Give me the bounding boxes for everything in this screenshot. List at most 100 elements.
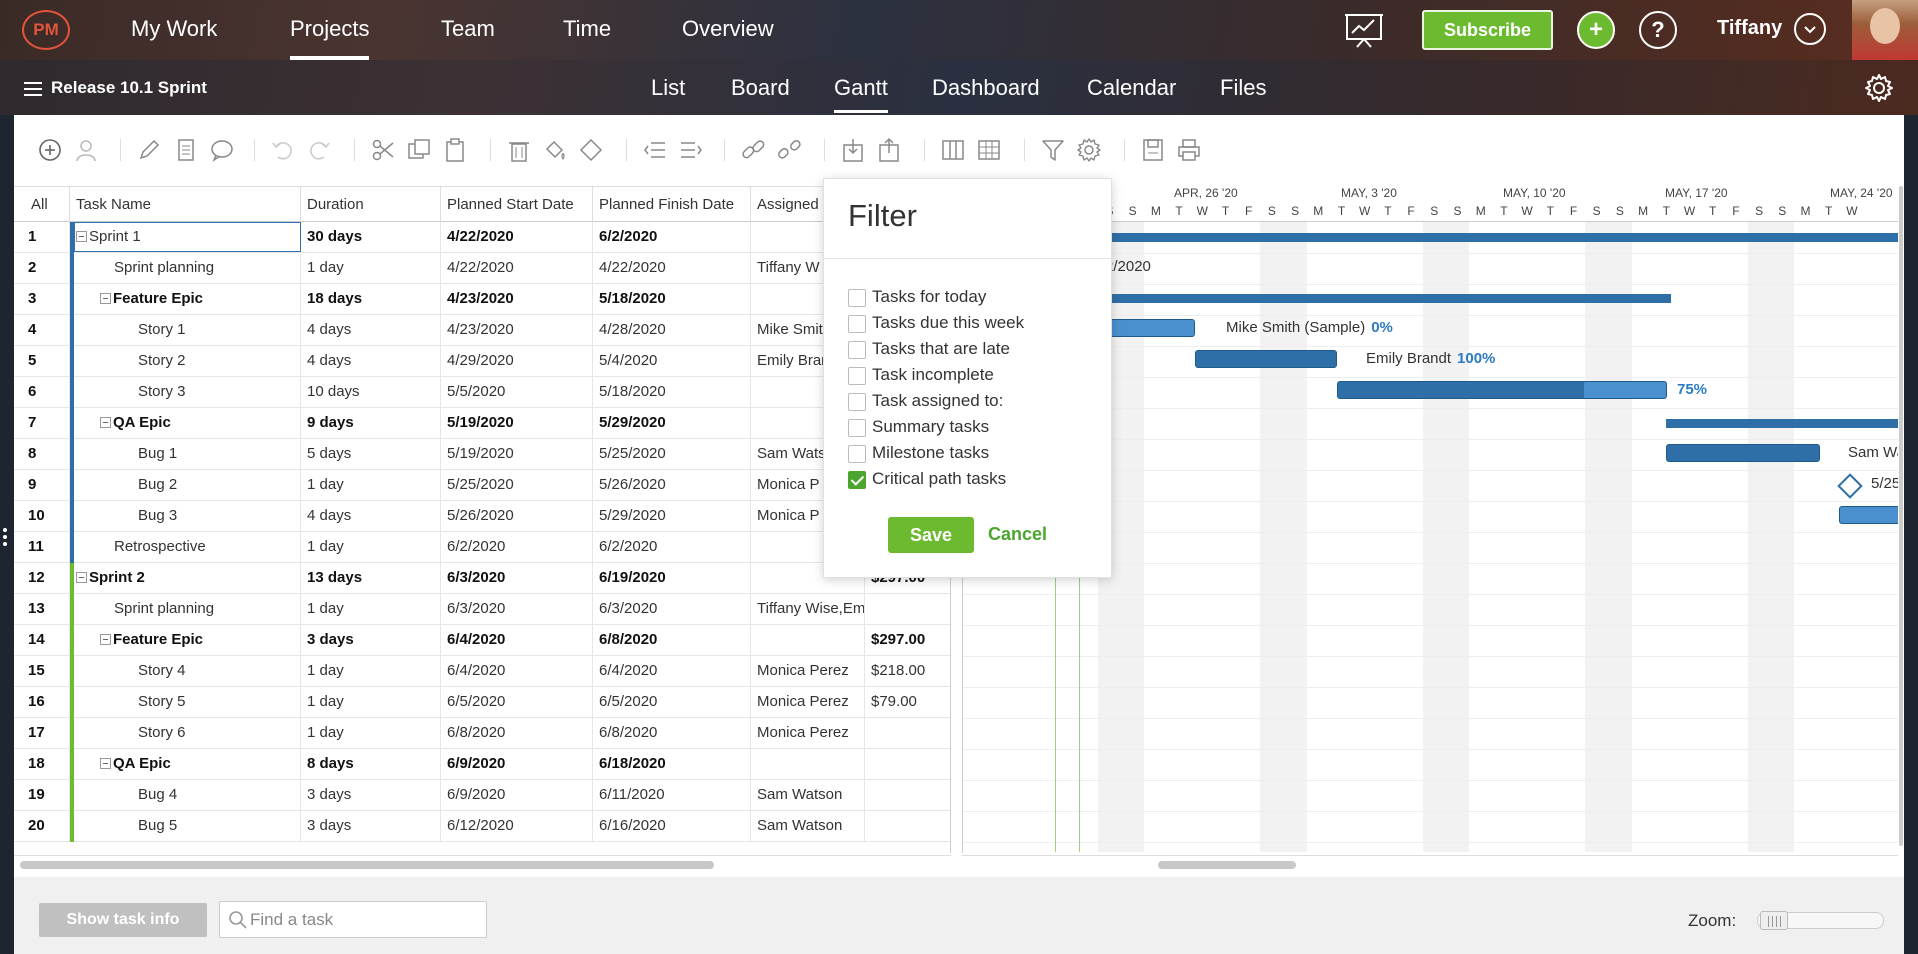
indent-icon[interactable] bbox=[678, 137, 704, 163]
num-cell[interactable]: 12 bbox=[14, 563, 70, 593]
start-cell[interactable]: 4/22/2020 bbox=[441, 253, 593, 283]
user-name[interactable]: Tiffany bbox=[1717, 17, 1782, 40]
cost-cell[interactable] bbox=[865, 811, 950, 841]
task-name-cell[interactable]: QA Epic bbox=[74, 749, 301, 779]
notes-icon[interactable] bbox=[173, 137, 199, 163]
num-cell[interactable]: 5 bbox=[14, 346, 70, 376]
presentation-icon[interactable] bbox=[1344, 10, 1384, 50]
help-icon[interactable]: ? bbox=[1639, 11, 1677, 49]
finish-cell[interactable]: 6/11/2020 bbox=[593, 780, 751, 810]
task-bar-story-2[interactable] bbox=[1195, 350, 1337, 368]
grid-horizontal-scrollbar[interactable] bbox=[14, 855, 951, 875]
task-name-cell[interactable]: QA Epic bbox=[74, 408, 301, 438]
assigned-cell[interactable]: Monica Perez bbox=[751, 656, 865, 686]
cost-cell[interactable] bbox=[865, 780, 950, 810]
filter-checkbox[interactable] bbox=[848, 315, 866, 333]
task-name-cell[interactable]: Story 6 bbox=[74, 718, 301, 748]
task-name-cell[interactable]: Story 4 bbox=[74, 656, 301, 686]
cut-icon[interactable] bbox=[370, 137, 396, 163]
gear-icon[interactable] bbox=[1863, 72, 1895, 104]
start-cell[interactable]: 5/19/2020 bbox=[441, 408, 593, 438]
task-name-cell[interactable]: Bug 1 bbox=[74, 439, 301, 469]
import-icon[interactable] bbox=[840, 137, 866, 163]
assigned-cell[interactable]: Monica Perez bbox=[751, 687, 865, 717]
assign-user-icon[interactable] bbox=[73, 137, 99, 163]
num-cell[interactable]: 19 bbox=[14, 780, 70, 810]
start-cell[interactable]: 5/26/2020 bbox=[441, 501, 593, 531]
duration-cell[interactable]: 1 day bbox=[301, 718, 441, 748]
duration-cell[interactable]: 4 days bbox=[301, 501, 441, 531]
project-title[interactable]: Release 10.1 Sprint bbox=[51, 78, 207, 98]
table-row[interactable]: 14 Feature Epic 3 days 6/4/2020 6/8/2020 $297… bbox=[14, 625, 950, 656]
finish-cell[interactable]: 5/25/2020 bbox=[593, 439, 751, 469]
duration-cell[interactable]: 13 days bbox=[301, 563, 441, 593]
table-row[interactable]: 10 Bug 34 days 5/26/2020 5/29/2020 Monica P bbox=[14, 501, 950, 532]
assigned-cell[interactable]: Monica Perez bbox=[751, 718, 865, 748]
table-row[interactable]: 3 Feature Epic 18 days 4/23/2020 5/18/2020 bbox=[14, 284, 950, 315]
filter-checkbox[interactable] bbox=[848, 289, 866, 307]
num-cell[interactable]: 18 bbox=[14, 749, 70, 779]
finish-cell[interactable]: 5/29/2020 bbox=[593, 408, 751, 438]
duration-cell[interactable]: 1 day bbox=[301, 594, 441, 624]
duration-cell[interactable]: 3 days bbox=[301, 625, 441, 655]
num-cell[interactable]: 10 bbox=[14, 501, 70, 531]
table-row[interactable]: 12Sprint 213 days6/3/20206/19/2020$297.0… bbox=[14, 563, 950, 594]
export-icon[interactable] bbox=[876, 137, 902, 163]
task-bar-story-1[interactable] bbox=[1103, 319, 1195, 337]
num-cell[interactable]: 15 bbox=[14, 656, 70, 686]
num-cell[interactable]: 7 bbox=[14, 408, 70, 438]
start-cell[interactable]: 6/3/2020 bbox=[441, 594, 593, 624]
num-cell[interactable]: 14 bbox=[14, 625, 70, 655]
tab-files[interactable]: Files bbox=[1220, 60, 1266, 115]
table-row[interactable]: 16 Story 51 day 6/5/2020 6/5/2020 Monica Per… bbox=[14, 687, 950, 718]
filter-save-button[interactable]: Save bbox=[888, 517, 974, 553]
table-row[interactable]: 1 Sprint 1 30 days 4/22/2020 6/2/2020 bbox=[14, 222, 950, 253]
finish-cell[interactable]: 6/18/2020 bbox=[593, 749, 751, 779]
cost-cell[interactable] bbox=[865, 749, 950, 779]
start-cell[interactable]: 5/5/2020 bbox=[441, 377, 593, 407]
cost-cell[interactable]: $297.00 bbox=[865, 625, 950, 655]
task-name-cell[interactable]: Feature Epic bbox=[74, 625, 301, 655]
print-icon[interactable] bbox=[1176, 137, 1202, 163]
collapse-toggle-icon[interactable] bbox=[100, 292, 111, 304]
filter-option[interactable]: Task incomplete bbox=[848, 364, 1098, 386]
cost-cell[interactable]: $79.00 bbox=[865, 687, 950, 717]
duration-cell[interactable]: 5 days bbox=[301, 439, 441, 469]
show-task-info-button[interactable]: Show task info bbox=[39, 903, 207, 937]
task-bar-story-3[interactable] bbox=[1337, 381, 1667, 399]
num-cell[interactable]: 4 bbox=[14, 315, 70, 345]
task-name-cell[interactable]: Bug 2 bbox=[74, 470, 301, 500]
finish-cell[interactable]: 6/5/2020 bbox=[593, 687, 751, 717]
task-name-cell[interactable]: Bug 4 bbox=[74, 780, 301, 810]
table-icon[interactable] bbox=[976, 137, 1002, 163]
paste-icon[interactable] bbox=[442, 137, 468, 163]
delete-icon[interactable] bbox=[506, 137, 532, 163]
finish-cell[interactable]: 6/8/2020 bbox=[593, 625, 751, 655]
filter-option[interactable]: Critical path tasks bbox=[848, 468, 1098, 490]
task-name-cell[interactable]: Story 1 bbox=[74, 315, 301, 345]
filter-checkbox[interactable] bbox=[848, 393, 866, 411]
filter-checkbox[interactable] bbox=[848, 341, 866, 359]
assigned-cell[interactable] bbox=[751, 625, 865, 655]
finish-cell[interactable]: 6/8/2020 bbox=[593, 718, 751, 748]
copy-icon[interactable] bbox=[406, 137, 432, 163]
num-cell[interactable]: 1 bbox=[14, 222, 70, 252]
column-duration[interactable]: Duration bbox=[301, 187, 441, 222]
collapse-toggle-icon[interactable] bbox=[76, 571, 87, 583]
column-planned-finish[interactable]: Planned Finish Date bbox=[593, 187, 751, 222]
finish-cell[interactable]: 4/28/2020 bbox=[593, 315, 751, 345]
filter-icon[interactable] bbox=[1040, 137, 1066, 163]
save-baseline-icon[interactable] bbox=[1140, 137, 1166, 163]
finish-cell[interactable]: 4/22/2020 bbox=[593, 253, 751, 283]
num-cell[interactable]: 2 bbox=[14, 253, 70, 283]
task-bar-bug-1[interactable] bbox=[1666, 444, 1820, 462]
table-row[interactable]: 20 Bug 5 3 days 6/12/2020 6/16/2020 Sam Watso… bbox=[14, 811, 950, 842]
task-name-cell[interactable]: Sprint 1 bbox=[74, 222, 301, 252]
filter-option[interactable]: Milestone tasks bbox=[848, 442, 1098, 464]
finish-cell[interactable]: 6/2/2020 bbox=[593, 222, 751, 252]
filter-checkbox[interactable] bbox=[848, 471, 866, 489]
cost-cell[interactable] bbox=[865, 594, 950, 624]
duration-cell[interactable]: 3 days bbox=[301, 811, 441, 841]
link-icon[interactable] bbox=[740, 137, 766, 163]
filter-option[interactable]: Tasks that are late bbox=[848, 338, 1098, 360]
